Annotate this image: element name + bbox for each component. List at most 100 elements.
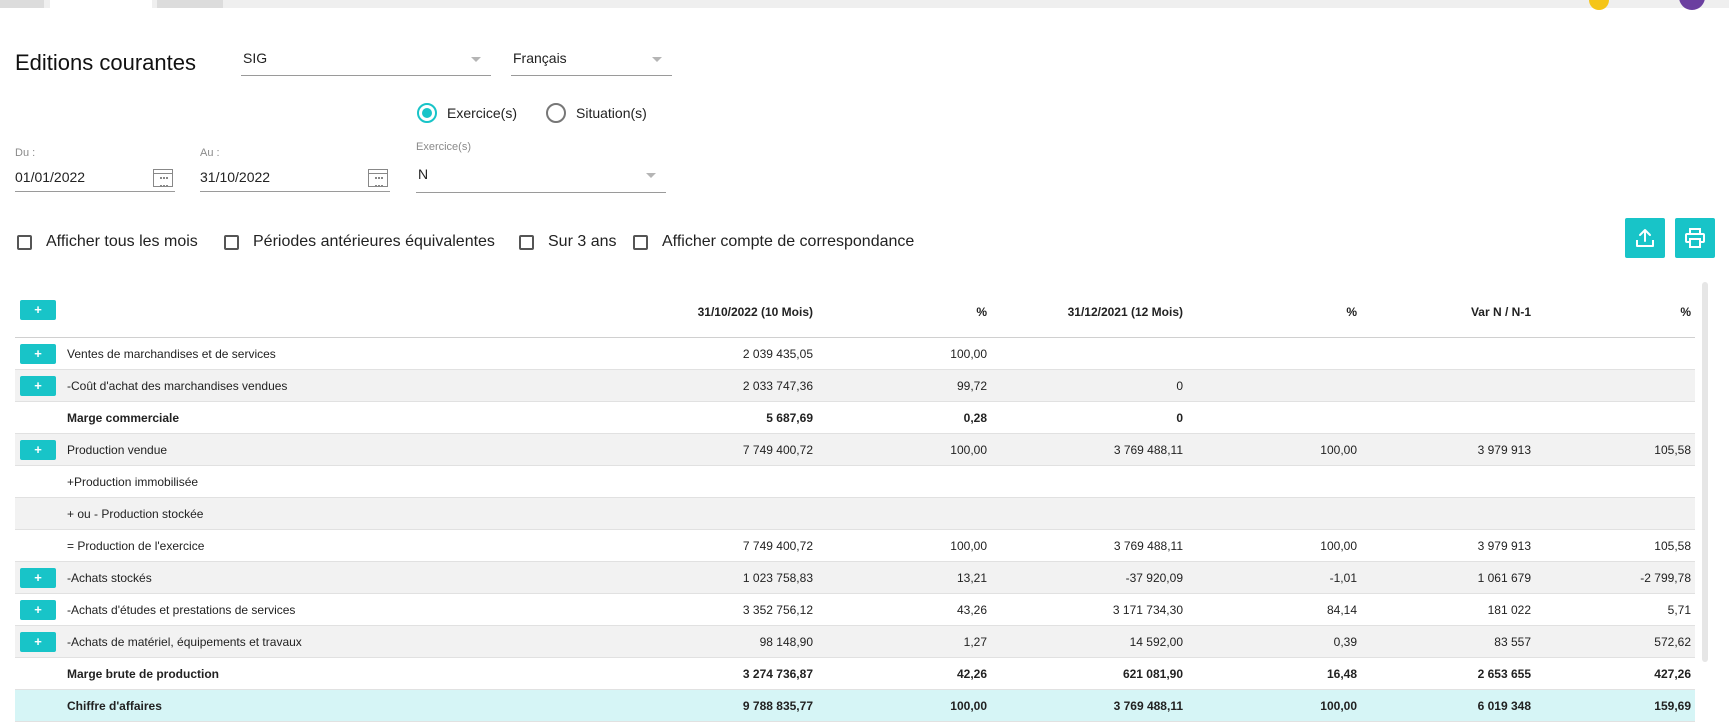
cell-n (495, 498, 813, 530)
radio-situations[interactable]: Situation(s) (546, 103, 647, 123)
table-header: + 31/10/2022 (10 Mois) % 31/12/2021 (12 … (15, 290, 1695, 338)
calendar-icon[interactable] (153, 169, 173, 187)
from-date-field[interactable]: 01/01/2022 (15, 162, 175, 192)
header-pct-n: % (976, 305, 987, 319)
report-select[interactable]: SIG (241, 48, 491, 76)
expand-row-button[interactable]: + (20, 376, 56, 396)
cell-pct-n: 100,00 (950, 699, 987, 713)
cell-n1: 3 769 488,11 (1113, 699, 1183, 713)
expand-row-button[interactable]: + (20, 344, 56, 364)
cell-pct-n1: 0,39 (1333, 635, 1357, 649)
cell-pct-n1: -1,01 (1329, 571, 1357, 585)
cell-n1: 3 769 488,11 (1113, 443, 1183, 457)
cell-pct-var: 572,62 (1654, 635, 1691, 649)
table-row: + -Achats de matériel, équipements et tr… (15, 626, 1695, 658)
cell-n1: -37 920,09 (1125, 571, 1183, 585)
table-scrollbar[interactable] (1702, 282, 1708, 662)
expand-all-button[interactable]: + (20, 300, 56, 320)
checkbox-3-years[interactable]: Sur 3 ans (519, 233, 616, 251)
cell-pct-n1: 84,14 (1326, 603, 1357, 617)
checkbox-prior-periods[interactable]: Périodes antérieures équivalentes (224, 233, 495, 251)
tab-active[interactable] (50, 0, 152, 8)
checkbox-icon (519, 234, 534, 250)
language-select[interactable]: Français (511, 48, 672, 76)
table-row: + -Achats stockés 1 023 758,83 13,21 -37… (15, 562, 1695, 594)
cell-pct-n (845, 498, 987, 530)
cell-pct-var: 105,58 (1654, 443, 1691, 457)
chevron-down-icon (646, 173, 656, 178)
calendar-icon[interactable] (368, 169, 388, 187)
row-label: Marge brute de production (67, 667, 220, 681)
cell-var: 6 019 348 (1477, 699, 1531, 713)
table-row: + -Achats d'études et prestations de ser… (15, 594, 1695, 626)
table-row: + Production vendue 7 749 400,72 100,00 … (15, 434, 1695, 466)
cell-var: 181 022 (1487, 603, 1531, 617)
to-date-value: 31/10/2022 (200, 169, 271, 185)
cell-pct-n: 100,00 (950, 347, 987, 361)
export-button[interactable] (1625, 218, 1665, 258)
row-label: Production vendue (67, 443, 168, 457)
cell-pct-var: -2 799,78 (1640, 571, 1691, 585)
cell-n (495, 466, 813, 498)
table-row: Marge commerciale 5 687,69 0,28 0 (15, 402, 1695, 434)
table-row: + ou - Production stockée (15, 498, 1695, 530)
table-row-total: Chiffre d'affaires 9 788 835,77 100,00 3… (15, 690, 1695, 722)
expand-row-button[interactable]: + (20, 600, 56, 620)
row-label: -Coût d'achat des marchandises vendues (67, 379, 288, 393)
cell-n: 5 687,69 (766, 411, 813, 425)
cell-n1: 621 081,90 (1122, 667, 1183, 681)
cell-pct-n: 99,72 (956, 379, 987, 393)
checkbox-icon (224, 234, 239, 250)
checkbox-prior-periods-label: Périodes antérieures équivalentes (253, 233, 495, 250)
from-date-label: Du : (15, 147, 36, 159)
checkbox-icon (633, 234, 648, 250)
radio-situations-label: Situation(s) (576, 105, 647, 121)
row-label: -Achats de matériel, équipements et trav… (67, 635, 302, 649)
exercice-select[interactable]: N (416, 164, 666, 193)
row-label: -Achats d'études et prestations de servi… (67, 603, 296, 617)
tab-3[interactable] (157, 0, 223, 8)
checkbox-correspondance[interactable]: Afficher compte de correspondance (633, 233, 914, 251)
to-date-label: Au : (200, 147, 220, 159)
cell-n: 3 274 736,87 (742, 667, 813, 681)
cell-pct-n: 0,28 (963, 411, 987, 425)
row-label: Ventes de marchandises et de services (67, 347, 276, 361)
to-date-field[interactable]: 31/10/2022 (200, 162, 390, 192)
cell-var: 2 653 655 (1477, 667, 1531, 681)
cell-pct-n1: 100,00 (1320, 539, 1357, 553)
notification-badge[interactable] (1589, 0, 1609, 10)
cell-pct-n1 (1195, 338, 1357, 370)
expand-row-button[interactable]: + (20, 568, 56, 588)
expand-row-button[interactable]: + (20, 632, 56, 652)
cell-n1: 14 592,00 (1129, 635, 1183, 649)
expand-row-button[interactable]: + (20, 440, 56, 460)
radio-exercices-label: Exercice(s) (447, 105, 518, 121)
chevron-down-icon (471, 57, 481, 62)
checkbox-all-months[interactable]: Afficher tous les mois (17, 233, 198, 251)
table-row: +Production immobilisée (15, 466, 1695, 498)
table-row: + -Coût d'achat des marchandises vendues… (15, 370, 1695, 402)
cell-pct-n1: 100,00 (1320, 443, 1357, 457)
radio-exercices[interactable]: Exercice(s) (417, 103, 517, 123)
sig-table: + 31/10/2022 (10 Mois) % 31/12/2021 (12 … (15, 290, 1695, 722)
radio-unchecked-icon (546, 103, 566, 123)
cell-pct-n1 (1195, 370, 1357, 402)
row-label: Chiffre d'affaires (67, 699, 162, 713)
tab-1[interactable] (0, 0, 44, 8)
cell-var (1365, 498, 1531, 530)
header-pct-var: % (1680, 305, 1691, 319)
avatar[interactable] (1679, 0, 1705, 10)
cell-n1: 0 (1176, 379, 1183, 393)
radio-checked-icon (417, 103, 437, 123)
cell-pct-n: 13,21 (956, 571, 987, 585)
checkbox-all-months-label: Afficher tous les mois (46, 233, 198, 250)
cell-var: 83 557 (1494, 635, 1531, 649)
cell-n: 2 033 747,36 (742, 379, 813, 393)
header-period-n: 31/10/2022 (10 Mois) (697, 305, 813, 319)
table-row: Marge brute de production 3 274 736,87 4… (15, 658, 1695, 690)
checkbox-correspondance-label: Afficher compte de correspondance (662, 233, 915, 250)
print-button[interactable] (1675, 218, 1715, 258)
exercice-select-label: Exercice(s) (416, 141, 472, 153)
row-label: + ou - Production stockée (67, 507, 204, 521)
row-label: Marge commerciale (67, 411, 180, 425)
